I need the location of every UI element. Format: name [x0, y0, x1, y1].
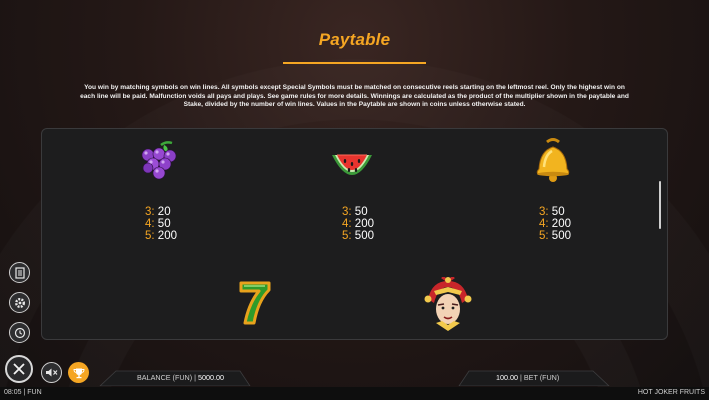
bell-icon — [530, 137, 576, 190]
pay-row: 5: 200 — [145, 229, 177, 242]
play-mode: FUN — [27, 389, 42, 396]
pay-row: 5: 500 — [342, 229, 374, 242]
paytable-panel[interactable]: 3: 20 4: 50 5: 200 3: 50 4: 200 5: 500 3… — [41, 128, 668, 340]
status-separator: | — [23, 389, 26, 396]
history-icon — [14, 327, 25, 338]
bottom-bar — [0, 370, 709, 386]
page-title: Paytable — [318, 30, 391, 49]
bet-display: 100.00 | BET (FUN) — [496, 373, 559, 382]
paytable-icon — [15, 266, 25, 279]
joker-icon — [424, 275, 472, 336]
balance-label: BALANCE (FUN) — [137, 373, 193, 382]
grapes-pays: 3: 20 4: 50 5: 200 — [145, 206, 177, 242]
paytable-intro-text: You win by matching symbols on win lines… — [80, 84, 629, 109]
history-button[interactable] — [9, 322, 30, 343]
bet-separator: | — [519, 373, 522, 382]
watermelon-pays: 3: 50 4: 200 5: 500 — [342, 206, 374, 242]
bet-value: 100.00 — [496, 373, 518, 382]
grapes-icon — [136, 139, 182, 190]
balance-display: BALANCE (FUN) | 5000.00 — [137, 373, 224, 382]
watermelon-icon — [328, 143, 376, 188]
status-left: 08:05 | FUN — [4, 389, 42, 396]
bet-label: BET (FUN) — [523, 373, 560, 382]
clock: 08:05 — [4, 389, 22, 396]
balance-separator: | — [194, 373, 196, 382]
scrollbar[interactable] — [659, 181, 661, 229]
balance-value: 5000.00 — [198, 373, 224, 382]
status-bar: 08:05 | FUN HOT JOKER FRUITS — [0, 387, 709, 400]
paytable-button[interactable] — [9, 262, 30, 283]
pay-row: 5: 500 — [539, 229, 571, 242]
game-name: HOT JOKER FRUITS — [637, 389, 705, 396]
bell-pays: 3: 50 4: 200 5: 500 — [539, 206, 571, 242]
settings-icon — [14, 297, 25, 308]
title-underline — [283, 62, 426, 64]
settings-button[interactable] — [9, 292, 30, 313]
seven-icon — [238, 279, 272, 332]
bottom-bar-shape — [99, 370, 610, 386]
